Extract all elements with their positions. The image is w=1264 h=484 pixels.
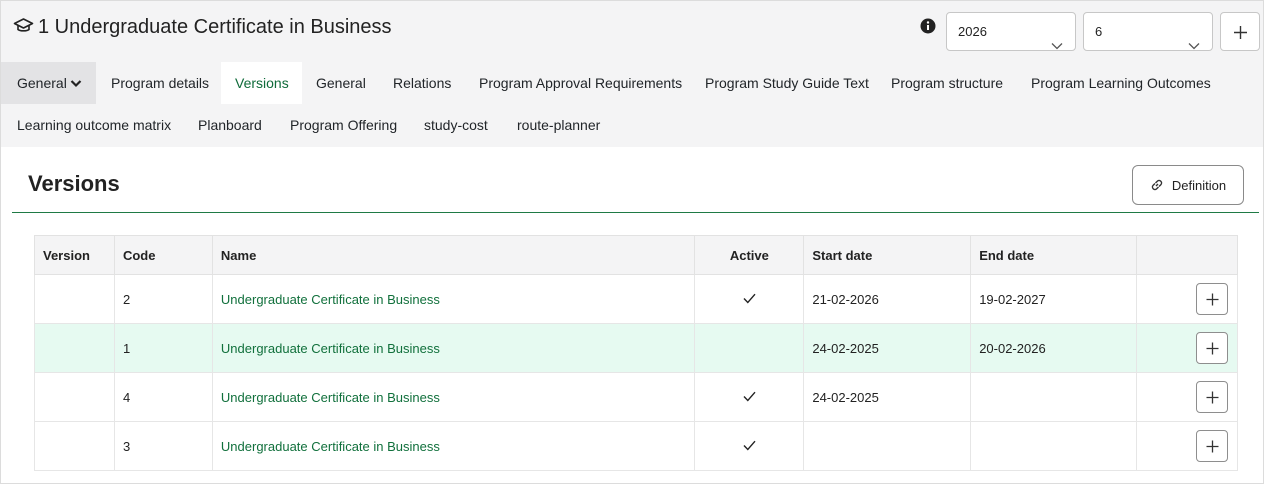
row-add-button[interactable]: [1196, 430, 1228, 462]
info-icon[interactable]: [920, 18, 936, 37]
definition-label: Definition: [1171, 177, 1227, 193]
table-row[interactable]: 4 Undergraduate Certificate in Business …: [34, 372, 1238, 422]
row-add-button[interactable]: [1196, 381, 1228, 413]
table-row[interactable]: 1 Undergraduate Certificate in Business …: [34, 323, 1238, 373]
cell-version: [34, 372, 115, 422]
cell-start-date: 24-02-2025: [803, 372, 972, 422]
column-header-active[interactable]: Active: [694, 235, 805, 275]
cell-active: [694, 274, 805, 324]
cell-start-date: [803, 421, 972, 471]
cell-name: Undergraduate Certificate in Business: [211, 323, 696, 373]
tab-program-structure[interactable]: Program structure: [891, 62, 1003, 104]
cell-name: Undergraduate Certificate in Business: [211, 372, 696, 422]
link-icon: [1151, 179, 1163, 191]
page-header: 1 Undergraduate Certificate in Business …: [1, 1, 1263, 62]
cell-end-date: 19-02-2027: [970, 274, 1138, 324]
number-select[interactable]: 6: [1083, 12, 1213, 51]
checkmark-icon: [743, 391, 756, 402]
plus-icon: [1206, 440, 1219, 453]
number-select-value: 6: [1095, 24, 1103, 39]
tab-program-details[interactable]: Program details: [111, 62, 209, 104]
cell-active: [694, 421, 805, 471]
cell-active: [694, 372, 805, 422]
cell-code: 3: [113, 421, 213, 471]
cell-end-date: [970, 372, 1138, 422]
plus-icon: [1206, 293, 1219, 306]
versions-table: Version Code Name Active Start date End …: [34, 235, 1238, 471]
cell-code: 4: [113, 372, 213, 422]
chevron-down-icon: [1051, 27, 1063, 64]
table-row[interactable]: 3 Undergraduate Certificate in Business: [34, 421, 1238, 471]
cell-actions: [1136, 372, 1238, 422]
title-area: 1 Undergraduate Certificate in Business: [13, 16, 392, 39]
tab-program-learning-outcomes[interactable]: Program Learning Outcomes: [1031, 62, 1211, 104]
year-select-value: 2026: [958, 24, 987, 39]
cell-version: [34, 421, 115, 471]
tab-label: General: [17, 75, 67, 91]
row-add-button[interactable]: [1196, 332, 1228, 364]
program-name-link[interactable]: Undergraduate Certificate in Business: [221, 390, 440, 405]
cell-actions: [1136, 274, 1238, 324]
table-header-row: Version Code Name Active Start date End …: [34, 235, 1238, 275]
cell-name: Undergraduate Certificate in Business: [211, 274, 696, 324]
chevron-down-icon: [1188, 27, 1200, 64]
program-name-link[interactable]: Undergraduate Certificate in Business: [221, 292, 440, 307]
cell-actions: [1136, 323, 1238, 373]
tab-learning-outcome-matrix[interactable]: Learning outcome matrix: [17, 104, 171, 146]
definition-button[interactable]: Definition: [1132, 165, 1244, 205]
year-select[interactable]: 2026: [946, 12, 1076, 51]
checkmark-icon: [743, 440, 756, 451]
cell-end-date: [970, 421, 1138, 471]
tab-planboard[interactable]: Planboard: [198, 104, 262, 146]
tab-program-offering[interactable]: Program Offering: [290, 104, 397, 146]
tab-bar: General Program details Versions General…: [1, 62, 1263, 147]
chevron-down-icon: [70, 62, 82, 104]
tab-study-cost[interactable]: study-cost: [424, 104, 488, 146]
add-button[interactable]: [1220, 12, 1260, 51]
cell-version: [34, 274, 115, 324]
cell-start-date: 21-02-2026: [803, 274, 972, 324]
cell-code: 1: [113, 323, 213, 373]
section-title: Versions: [28, 171, 120, 196]
program-name-link[interactable]: Undergraduate Certificate in Business: [221, 341, 440, 356]
tab-program-study-guide-text[interactable]: Program Study Guide Text: [705, 62, 869, 104]
plus-icon: [1234, 26, 1247, 39]
tab-general-dropdown[interactable]: General: [1, 62, 96, 104]
table-row[interactable]: 2 Undergraduate Certificate in Business …: [34, 274, 1238, 324]
section-divider: [12, 212, 1259, 213]
cell-end-date: 20-02-2026: [970, 323, 1138, 373]
column-header-actions: [1136, 235, 1238, 275]
page: 1 Undergraduate Certificate in Business …: [0, 0, 1264, 484]
tab-general[interactable]: General: [316, 62, 366, 104]
row-add-button[interactable]: [1196, 283, 1228, 315]
cell-version: [34, 323, 115, 373]
column-header-start-date[interactable]: Start date: [803, 235, 972, 275]
column-header-version[interactable]: Version: [34, 235, 115, 275]
cell-name: Undergraduate Certificate in Business: [211, 421, 696, 471]
plus-icon: [1206, 391, 1219, 404]
column-header-code[interactable]: Code: [113, 235, 213, 275]
page-title: 1 Undergraduate Certificate in Business: [38, 16, 392, 38]
cell-active: [694, 323, 805, 373]
checkmark-icon: [743, 293, 756, 304]
tab-versions[interactable]: Versions: [221, 62, 302, 104]
program-name-link[interactable]: Undergraduate Certificate in Business: [221, 439, 440, 454]
column-header-end-date[interactable]: End date: [970, 235, 1138, 275]
cell-code: 2: [113, 274, 213, 324]
cell-start-date: 24-02-2025: [803, 323, 972, 373]
cell-actions: [1136, 421, 1238, 471]
tab-program-approval-requirements[interactable]: Program Approval Requirements: [479, 62, 682, 104]
tab-relations[interactable]: Relations: [393, 62, 451, 104]
plus-icon: [1206, 342, 1219, 355]
graduation-cap-icon: [13, 17, 38, 38]
tab-route-planner[interactable]: route-planner: [517, 104, 600, 146]
column-header-name[interactable]: Name: [211, 235, 696, 275]
